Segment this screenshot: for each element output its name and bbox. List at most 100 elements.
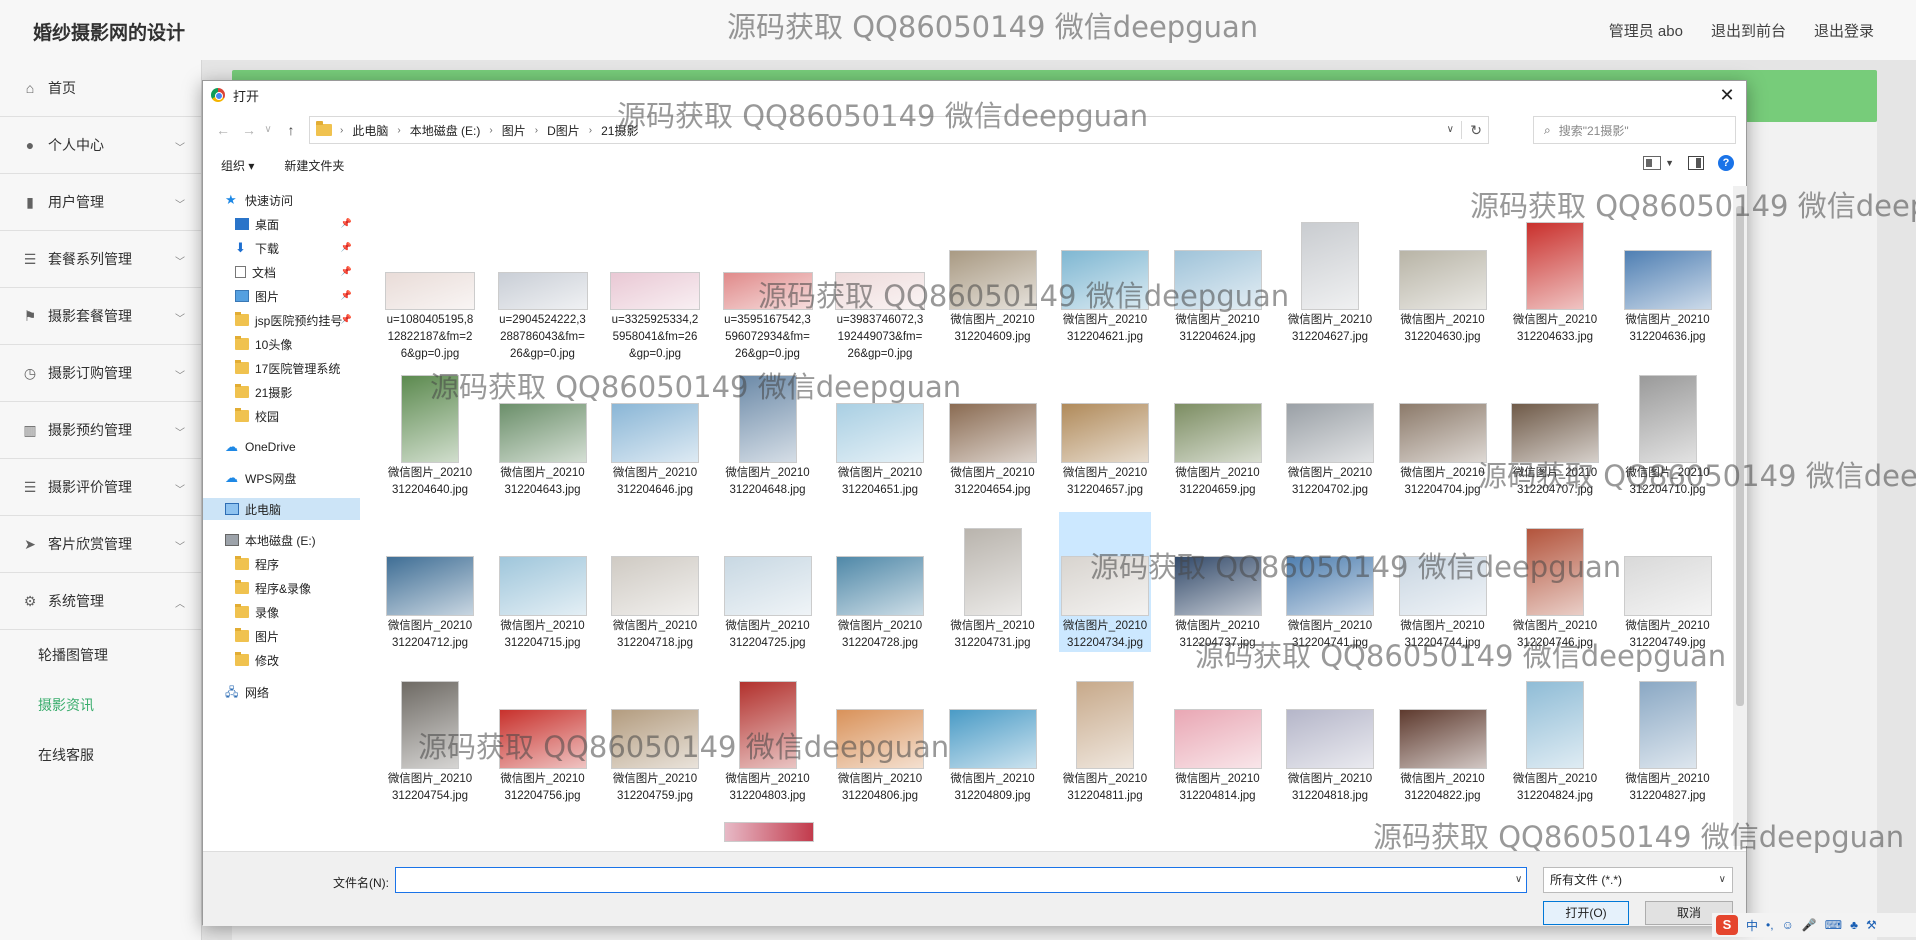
file-item[interactable]: 微信图片_20210312204702.jpg — [1284, 359, 1376, 499]
file-item[interactable]: 微信图片_20210312204624.jpg — [1172, 206, 1264, 346]
file-item[interactable]: 微信图片_20210312204657.jpg — [1059, 359, 1151, 499]
file-item[interactable]: 微信图片_20210312204707.jpg — [1509, 359, 1601, 499]
skin-icon[interactable]: ♣ — [1850, 918, 1858, 932]
file-item[interactable]: 微信图片_20210312204822.jpg — [1397, 665, 1489, 805]
file-item[interactable]: 微信图片_20210312204651.jpg — [834, 359, 926, 499]
file-item[interactable]: 微信图片_20210312204633.jpg — [1509, 206, 1601, 346]
file-item[interactable]: 微信图片_20210312204811.jpg — [1059, 665, 1151, 805]
file-item[interactable]: 微信图片_20210312204754.jpg — [384, 665, 476, 805]
breadcrumb-this-pc[interactable]: 此电脑 — [352, 122, 388, 139]
open-button[interactable]: 打开(O) — [1543, 901, 1629, 925]
file-item[interactable]: 微信图片_20210312204818.jpg — [1284, 665, 1376, 805]
nav-folder-programs[interactable]: 程序 — [203, 553, 360, 575]
chevron-down-icon[interactable]: ∨ — [1447, 124, 1454, 135]
search-input[interactable]: ⌕ 搜索"21摄影" — [1533, 116, 1736, 144]
nav-folder-campus[interactable]: 校园 — [203, 405, 360, 427]
file-item[interactable]: 微信图片_20210312204636.jpg — [1622, 206, 1714, 346]
nav-pictures[interactable]: 图片 📌 — [203, 285, 360, 307]
file-item[interactable]: 微信图片_20210312204630.jpg — [1397, 206, 1489, 346]
nav-folder-modify[interactable]: 修改 — [203, 649, 360, 671]
keyboard-icon[interactable]: ⌨ — [1825, 918, 1842, 932]
file-item[interactable]: 微信图片_20210312204746.jpg — [1509, 512, 1601, 652]
breadcrumb-pictures[interactable]: 图片 — [502, 122, 526, 139]
punctuation-icon[interactable]: •, — [1766, 918, 1774, 932]
breadcrumb-d-pictures[interactable]: D图片 — [547, 122, 580, 139]
file-item[interactable]: u=3983746072,3192449073&fm=26&gp=0.jpg — [834, 206, 926, 363]
file-item[interactable]: u=1080405195,812822187&fm=26&gp=0.jpg — [384, 206, 476, 363]
file-item[interactable]: 微信图片_20210312204648.jpg — [722, 359, 814, 499]
refresh-icon[interactable]: ↻ — [1461, 121, 1482, 139]
file-item[interactable]: 微信图片_20210312204728.jpg — [834, 512, 926, 652]
nav-onedrive[interactable]: ☁ OneDrive — [203, 436, 360, 458]
file-item[interactable]: u=3595167542,3596072934&fm=26&gp=0.jpg — [722, 206, 814, 363]
breadcrumb-drive-e[interactable]: 本地磁盘 (E:) — [410, 122, 481, 139]
tools-icon[interactable]: ⚒ — [1866, 918, 1877, 932]
up-arrow-icon[interactable]: ↑ — [281, 120, 301, 140]
nav-folder-video[interactable]: 录像 — [203, 601, 360, 623]
file-item[interactable]: 微信图片_20210312204627.jpg — [1284, 206, 1376, 346]
file-item[interactable]: 微信图片_20210312204803.jpg — [722, 665, 814, 805]
image-thumbnail[interactable] — [723, 822, 814, 842]
file-item[interactable]: u=2904524222,3288786043&fm=26&gp=0.jpg — [497, 206, 589, 363]
ime-mode[interactable]: 中 — [1746, 917, 1758, 934]
file-item[interactable]: 微信图片_20210312204806.jpg — [834, 665, 926, 805]
file-item[interactable]: 微信图片_20210312204710.jpg — [1622, 359, 1714, 499]
vertical-scrollbar[interactable] — [1733, 186, 1747, 846]
nav-folder-pictures[interactable]: 图片 — [203, 625, 360, 647]
nav-folder-avatar[interactable]: 10头像 — [203, 333, 360, 355]
recent-dropdown-icon[interactable]: ∨ — [261, 120, 275, 140]
forward-arrow-icon[interactable]: → — [239, 120, 259, 140]
chevron-down-icon[interactable]: ▼ — [1665, 158, 1674, 168]
nav-folder-jsp[interactable]: jsp医院预约挂号 📌 — [203, 309, 360, 331]
file-item[interactable]: 微信图片_20210312204715.jpg — [497, 512, 589, 652]
file-item[interactable]: 微信图片_20210312204621.jpg — [1059, 206, 1151, 346]
nav-folder-hospital[interactable]: 17医院管理系统 — [203, 357, 360, 379]
new-folder-button[interactable]: 新建文件夹 — [284, 157, 344, 174]
file-item[interactable]: 微信图片_20210312204654.jpg — [947, 359, 1039, 499]
filetype-select[interactable]: 所有文件 (*.*) ∨ — [1543, 867, 1733, 893]
file-item[interactable]: 微信图片_20210312204744.jpg — [1397, 512, 1489, 652]
file-item[interactable]: 微信图片_20210312204827.jpg — [1622, 665, 1714, 805]
file-item[interactable]: 微信图片_20210312204725.jpg — [722, 512, 814, 652]
address-bar[interactable]: › 此电脑 › 本地磁盘 (E:) › 图片 › D图片 › 21摄影 ∨ ↻ — [309, 116, 1489, 144]
file-item[interactable]: 微信图片_20210312204704.jpg — [1397, 359, 1489, 499]
help-icon[interactable]: ? — [1718, 155, 1734, 171]
preview-pane-icon[interactable] — [1688, 156, 1704, 170]
organize-button[interactable]: 组织 ▾ — [221, 157, 254, 174]
file-item[interactable]: 微信图片_20210312204718.jpg — [609, 512, 701, 652]
filename-input[interactable] — [395, 867, 1527, 893]
nav-folder-21photo[interactable]: 21摄影 — [203, 381, 360, 403]
file-item[interactable]: 微信图片_20210312204756.jpg — [497, 665, 589, 805]
nav-drive-e[interactable]: 本地磁盘 (E:) — [203, 529, 360, 551]
breadcrumb-21-photo[interactable]: 21摄影 — [601, 122, 638, 139]
nav-desktop[interactable]: 桌面 📌 — [203, 213, 360, 235]
file-item[interactable]: u=3325925334,25958041&fm=26&gp=0.jpg — [609, 206, 701, 363]
file-item[interactable]: 微信图片_20210312204824.jpg — [1509, 665, 1601, 805]
file-item[interactable]: 微信图片_20210312204712.jpg — [384, 512, 476, 652]
nav-documents[interactable]: 文档 📌 — [203, 261, 360, 283]
close-button[interactable]: ✕ — [1716, 84, 1738, 106]
file-item[interactable]: 微信图片_20210312204734.jpg — [1059, 512, 1151, 652]
view-options-icon[interactable] — [1643, 156, 1662, 170]
file-item[interactable]: 微信图片_20210312204749.jpg — [1622, 512, 1714, 652]
scrollbar-thumb[interactable] — [1736, 206, 1744, 706]
mic-icon[interactable]: 🎤 — [1802, 918, 1817, 932]
file-item[interactable]: 微信图片_20210312204731.jpg — [947, 512, 1039, 652]
file-item[interactable]: 微信图片_20210312204659.jpg — [1172, 359, 1264, 499]
file-item[interactable]: 微信图片_20210312204737.jpg — [1172, 512, 1264, 652]
file-item[interactable]: 微信图片_20210312204741.jpg — [1284, 512, 1376, 652]
file-item[interactable]: 微信图片_20210312204609.jpg — [947, 206, 1039, 346]
file-item[interactable]: 微信图片_20210312204759.jpg — [609, 665, 701, 805]
file-item[interactable]: 微信图片_20210312204643.jpg — [497, 359, 589, 499]
nav-wps-drive[interactable]: ☁ WPS网盘 — [203, 467, 360, 489]
file-item[interactable]: 微信图片_20210312204646.jpg — [609, 359, 701, 499]
nav-network[interactable]: 🖧 网络 — [203, 681, 360, 703]
nav-quick-access[interactable]: ★ 快速访问 — [203, 189, 360, 211]
emoji-icon[interactable]: ☺ — [1782, 918, 1794, 932]
sogou-logo-icon[interactable]: S — [1716, 915, 1738, 935]
chevron-down-icon[interactable]: ∨ — [1515, 874, 1522, 885]
nav-folder-programs-video[interactable]: 程序&录像 — [203, 577, 360, 599]
back-arrow-icon[interactable]: ← — [213, 120, 233, 140]
file-item[interactable]: 微信图片_20210312204640.jpg — [384, 359, 476, 499]
file-item[interactable]: 微信图片_20210312204814.jpg — [1172, 665, 1264, 805]
